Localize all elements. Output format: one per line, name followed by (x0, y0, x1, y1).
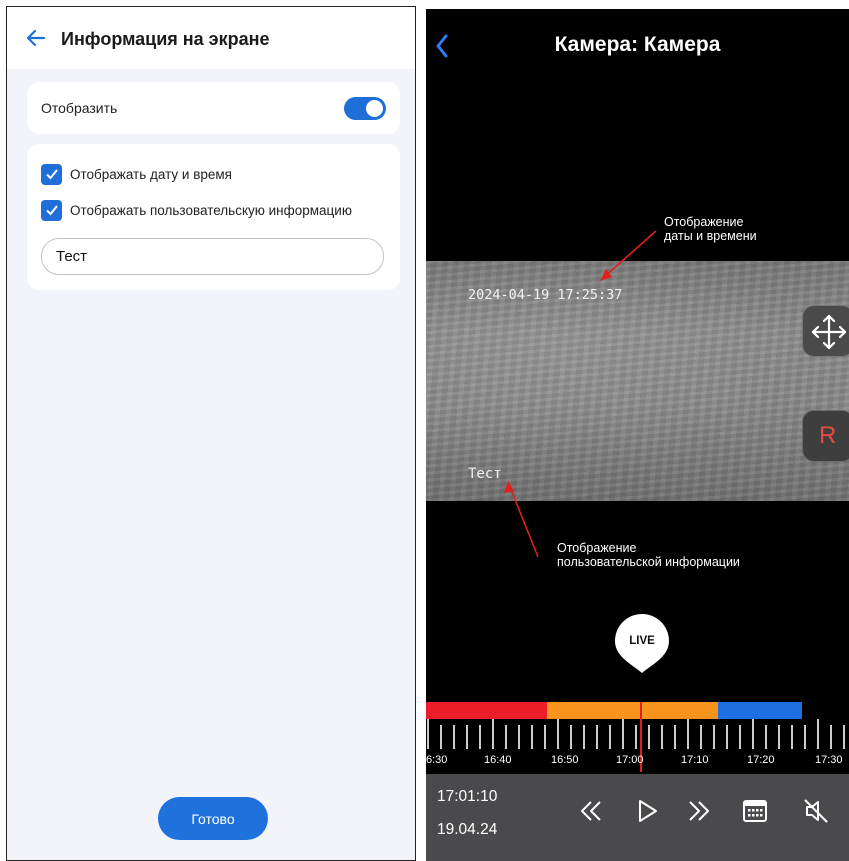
datetime-option[interactable]: Отображать дату и время (41, 163, 232, 185)
user-text-input[interactable]: Тест (41, 238, 384, 275)
settings-header: Информация на экране (7, 7, 415, 69)
timeline-labels: 6:30 16:40 16:50 17:00 17:10 17:20 17:30 (426, 754, 849, 768)
rewind-icon[interactable] (576, 796, 606, 826)
user-info-checkbox[interactable] (41, 199, 62, 221)
record-button[interactable]: R (802, 410, 849, 462)
user-arrowhead (504, 481, 514, 493)
user-annotation-line1: Отображение (557, 541, 637, 555)
fast-forward-icon[interactable] (684, 796, 714, 826)
play-icon[interactable] (632, 796, 662, 826)
toggle-knob (366, 100, 383, 117)
options-card: Отображать дату и время Отображать польз… (27, 144, 400, 290)
annotation-arrows (504, 230, 657, 558)
user-info-option-label: Отображать пользовательскую информацию (70, 202, 352, 218)
timeline-label: 16:50 (551, 754, 579, 766)
timeline-label: 17:30 (815, 754, 843, 766)
move-button[interactable] (802, 305, 849, 357)
user-annotation: Отображение пользовательской информации (557, 541, 740, 569)
datetime-arrow (603, 230, 657, 278)
display-label: Отобразить (41, 100, 118, 116)
segment-motion (547, 702, 718, 719)
timeline-label: 6:30 (426, 754, 448, 766)
live-label: LIVE (629, 635, 655, 647)
move-arrows-icon (811, 314, 847, 350)
timeline-label: 17:10 (681, 754, 709, 766)
page-title: Информация на экране (61, 29, 270, 49)
recording-segments[interactable] (426, 702, 849, 720)
timeline-label: 16:40 (484, 754, 512, 766)
back-arrow-icon[interactable] (25, 27, 47, 49)
timeline-label: 17:20 (747, 754, 775, 766)
mute-icon[interactable] (801, 796, 831, 826)
settings-screen: Информация на экране Отобразить Отобража… (6, 6, 416, 861)
segment-continuous (718, 702, 802, 719)
user-info-option[interactable]: Отображать пользовательскую информацию (41, 199, 352, 221)
calendar-icon[interactable] (740, 796, 770, 826)
current-date[interactable]: 19.04.24 (437, 821, 497, 839)
segment-alarm (426, 702, 547, 719)
page: Информация на экране Отобразить Отобража… (0, 0, 849, 861)
user-annotation-line2: пользовательской информации (557, 555, 740, 569)
live-button[interactable]: LIVE (611, 613, 673, 675)
datetime-annotation-line1: Отображение (664, 215, 744, 229)
current-time: 17:01:10 (437, 788, 498, 805)
check-icon (45, 205, 58, 216)
datetime-option-label: Отображать дату и время (70, 166, 232, 182)
camera-screen: Камера: Камера 2024-04-19 17:25:37 Тест … (426, 9, 849, 861)
timeline-ticks[interactable] (426, 719, 849, 751)
datetime-checkbox[interactable] (41, 163, 62, 185)
timeline-label: 17:00 (616, 754, 644, 766)
display-toggle[interactable] (344, 97, 386, 120)
done-button[interactable]: Готово (158, 797, 268, 840)
user-arrow (509, 486, 539, 558)
playback-bar: 17:01:10 19.04.24 (426, 774, 849, 861)
datetime-annotation: Отображение даты и времени (664, 215, 757, 243)
display-card: Отобразить (27, 82, 400, 134)
check-icon (45, 169, 58, 180)
datetime-annotation-line2: даты и времени (664, 229, 757, 243)
